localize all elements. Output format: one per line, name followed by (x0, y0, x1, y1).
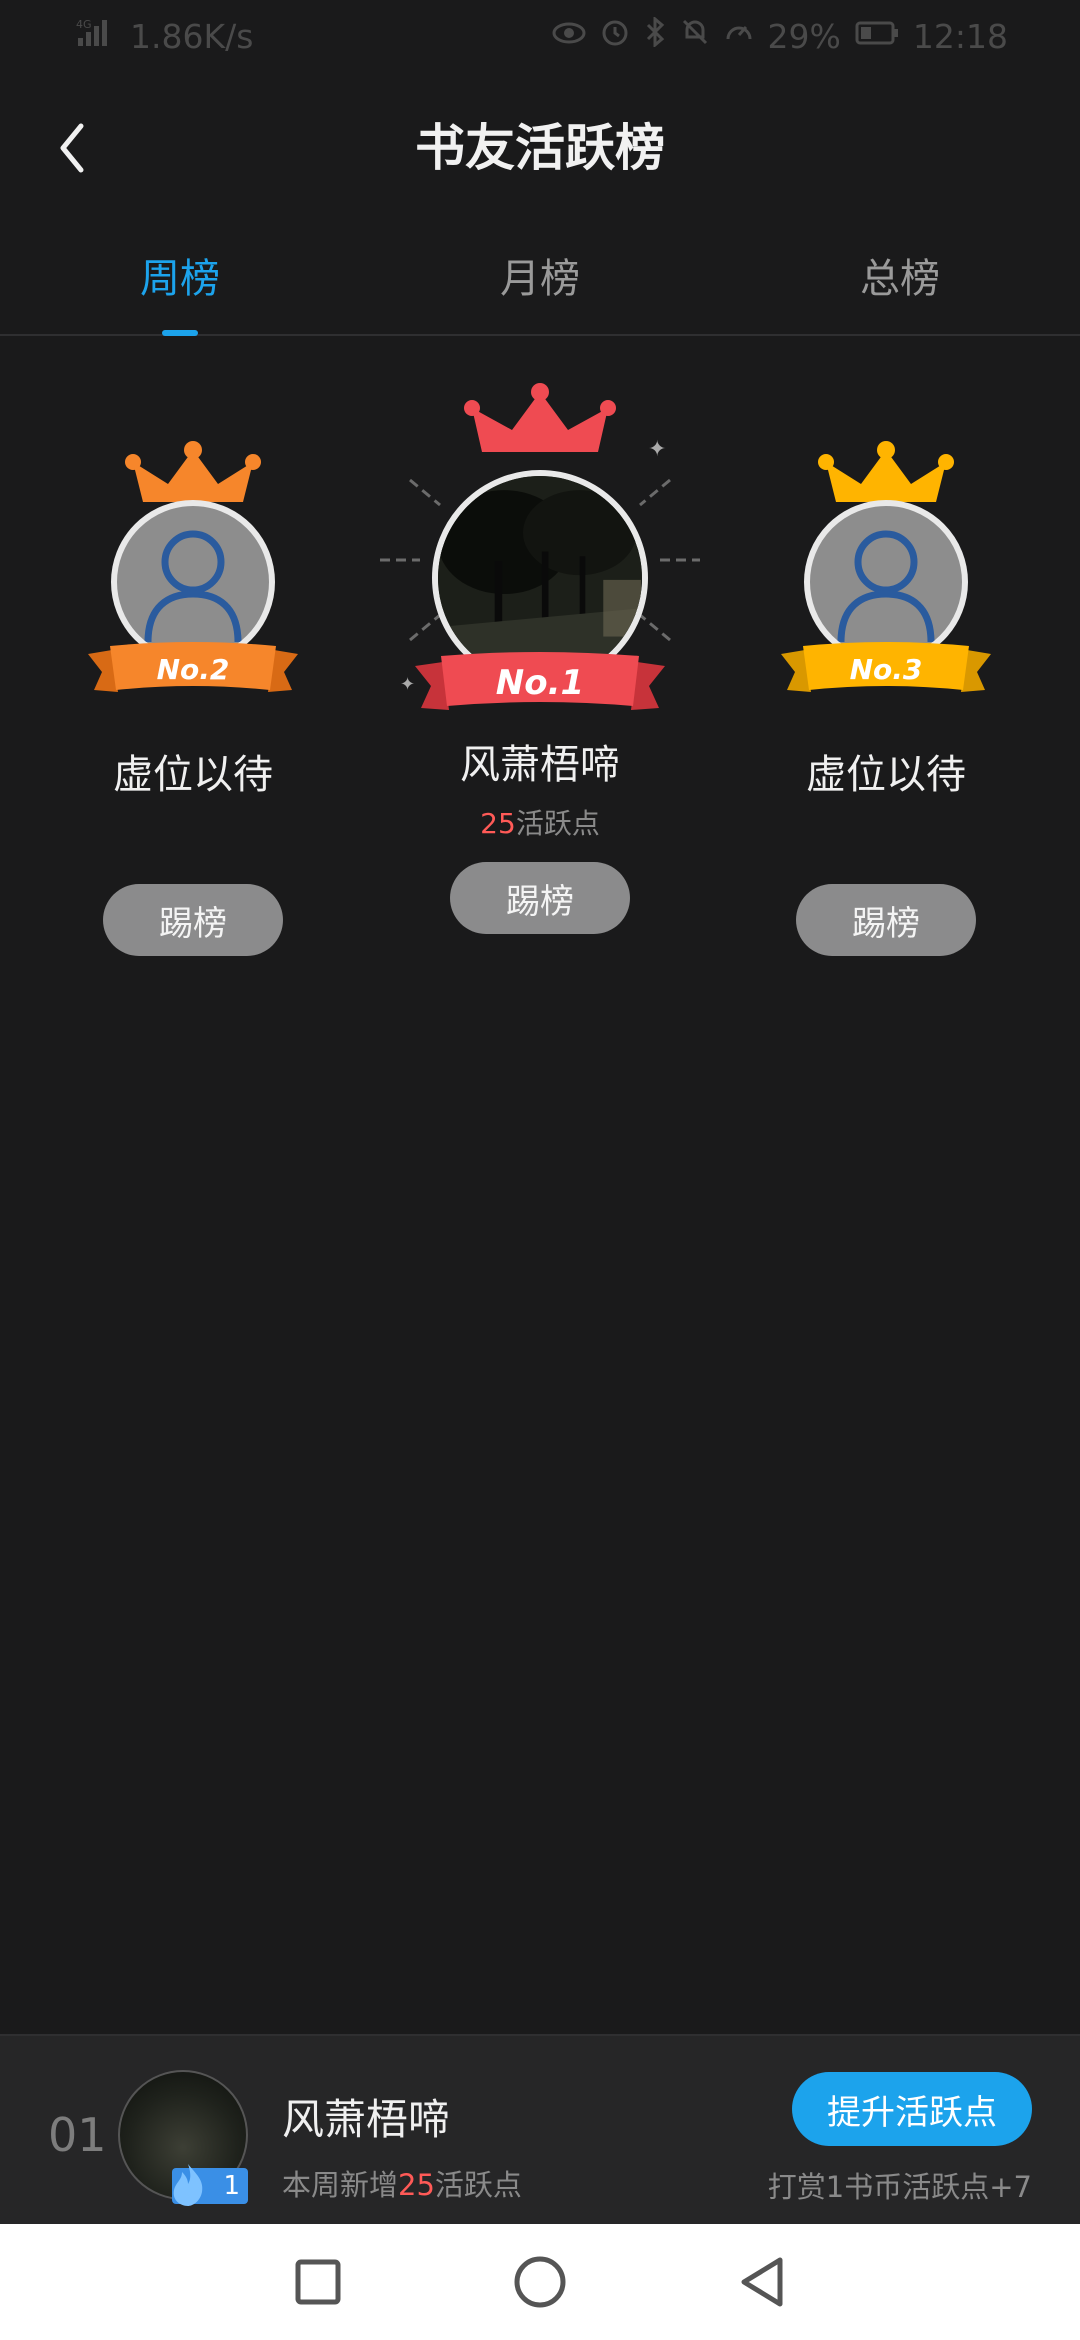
triangle-back-icon (741, 2257, 783, 2307)
bluetooth-icon (644, 15, 666, 55)
tab-total[interactable]: 总榜 (720, 216, 1080, 334)
battery-percent: 29% (767, 16, 841, 56)
rank-badge: No.3 (849, 652, 923, 686)
reward-hint: 打赏1书币活跃点+7 (767, 2170, 1032, 2204)
header: 书友活跃榜 (0, 72, 1080, 216)
flame-icon (173, 2164, 203, 2206)
podium-first: ✦ ✦ No.1 风萧梧啼 25活跃点 踢榜 (370, 380, 710, 934)
tab-monthly[interactable]: 月榜 (360, 216, 720, 334)
level-badge: 1 (172, 2164, 248, 2206)
my-rank-card: 01 1 风萧梧啼 本周新增25活跃点 提升活跃点 打赏1书币活跃点+7 (0, 2034, 1080, 2224)
my-name: 风萧梧啼 (282, 2095, 451, 2144)
network-speed: 1.86K/s (130, 16, 254, 56)
level-number: 1 (223, 2171, 240, 2201)
my-weekly-points: 本周新增25活跃点 (282, 2162, 522, 2204)
svg-text:✦: ✦ (400, 674, 415, 695)
user-name: 风萧梧啼 (460, 742, 620, 788)
eye-icon (552, 19, 586, 54)
back-nav-button[interactable] (732, 2252, 792, 2312)
podium: No.2 虚位以待 踢榜 ✦ ✦ No.1 风萧梧啼 25活跃点 踢榜 No.3… (0, 360, 1080, 960)
circle-icon (514, 2256, 566, 2308)
mute-icon (680, 17, 710, 55)
ranking-tabs: 周榜 月榜 总榜 (0, 216, 1080, 336)
recent-apps-button[interactable] (288, 2252, 348, 2312)
boost-activity-button[interactable]: 提升活跃点 (792, 2072, 1032, 2146)
user-name: 虚位以待 (113, 752, 273, 798)
tab-weekly[interactable]: 周榜 (0, 216, 360, 336)
alarm-icon (600, 17, 630, 55)
rank-ribbon: No.3 (781, 640, 991, 698)
weekly-suffix: 活跃点 (434, 2168, 522, 2202)
system-navbar (0, 2224, 1080, 2340)
crown-icon (464, 383, 616, 452)
user-name: 虚位以待 (806, 752, 966, 798)
rank-badge: No.1 (495, 663, 585, 703)
user-icon (837, 530, 935, 642)
kick-button[interactable]: 踢榜 (450, 862, 630, 934)
points-suffix: 活跃点 (515, 807, 600, 840)
points-value: 25 (480, 807, 516, 840)
square-icon (295, 2259, 341, 2305)
podium-third: No.3 虚位以待 踢榜 (716, 440, 1056, 956)
rank-badge: No.2 (156, 652, 230, 686)
activity-points: 25活跃点 (480, 802, 600, 840)
rank-ribbon: No.1 (415, 650, 665, 716)
signal-icon: 4G (76, 16, 116, 56)
speed-icon (724, 17, 754, 55)
svg-text:4G: 4G (76, 18, 92, 31)
page-title: 书友活跃榜 (415, 119, 665, 177)
svg-text:✦: ✦ (648, 437, 666, 462)
home-button[interactable] (510, 2252, 570, 2312)
weekly-prefix: 本周新增 (282, 2168, 399, 2202)
kick-button[interactable]: 踢榜 (103, 884, 283, 956)
battery-icon (855, 19, 899, 54)
weekly-value: 25 (398, 2168, 435, 2202)
user-icon (144, 530, 242, 642)
my-rank-number: 01 (48, 2108, 107, 2162)
status-bar: 4G 1.86K/s 29% 12:18 (0, 0, 1080, 72)
rank-ribbon: No.2 (88, 640, 298, 698)
podium-second: No.2 虚位以待 踢榜 (23, 440, 363, 956)
clock: 12:18 (912, 16, 1008, 56)
kick-button[interactable]: 踢榜 (796, 884, 976, 956)
